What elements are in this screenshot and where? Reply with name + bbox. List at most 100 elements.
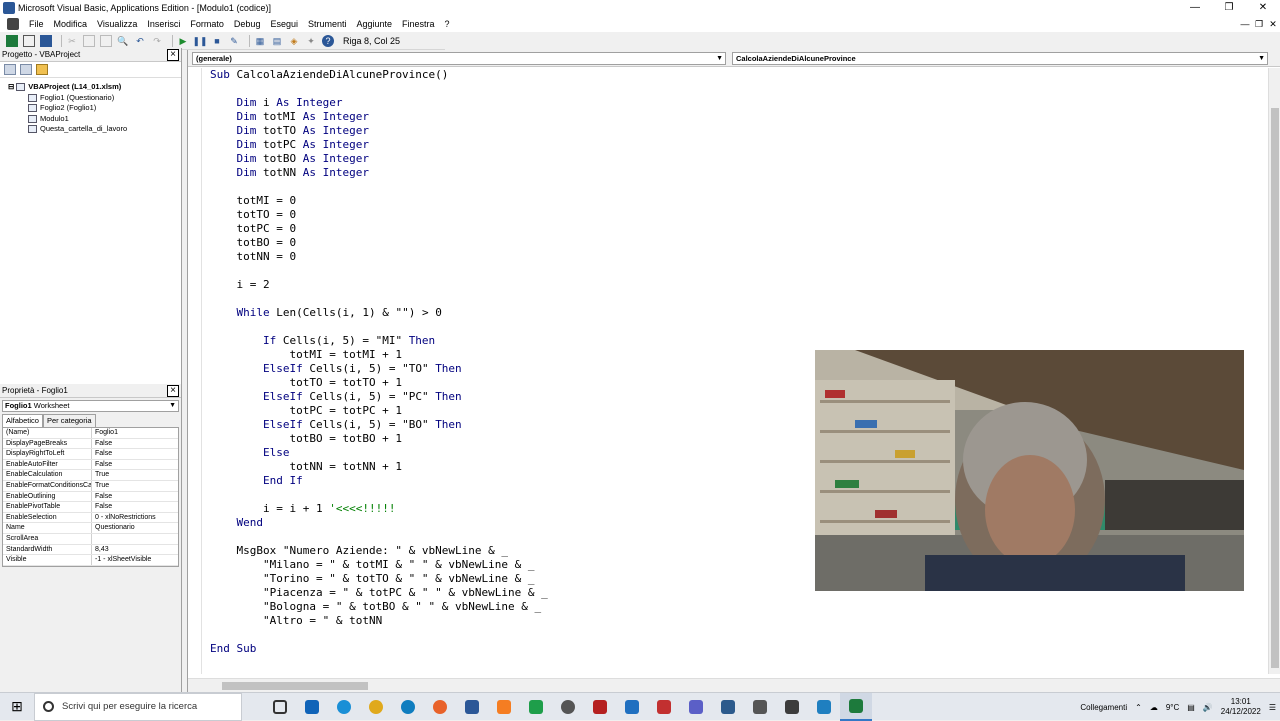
undo-icon[interactable]: ↶ [134, 35, 146, 47]
menu-formato[interactable]: Formato [185, 19, 229, 29]
property-row[interactable]: EnableAutoFilter False [3, 459, 178, 471]
mail-icon[interactable] [616, 693, 648, 721]
tree-root[interactable]: ⊟ VBAProject (L14_01.xlsm) [4, 82, 181, 93]
taskbar-search[interactable]: Scrivi qui per eseguire la ricerca [34, 692, 242, 721]
app-icon[interactable] [712, 693, 744, 721]
property-value[interactable]: False [92, 460, 112, 470]
redo-icon[interactable]: ↷ [151, 35, 163, 47]
paste-icon[interactable] [100, 34, 112, 47]
tree-item[interactable]: Questa_cartella_di_lavoro [4, 124, 181, 135]
menu-esegui[interactable]: Esegui [265, 19, 303, 29]
property-value[interactable]: Foglio1 [92, 428, 118, 438]
menu-modifica[interactable]: Modifica [49, 19, 93, 29]
property-value[interactable]: -1 - xlSheetVisible [92, 555, 151, 565]
menu-finestra[interactable]: Finestra [397, 19, 440, 29]
vbe-icon[interactable] [7, 18, 19, 30]
code-line[interactable]: Dim totTO As Integer [202, 124, 1266, 138]
code-line[interactable]: If Cells(i, 5) = "MI" Then [202, 334, 1266, 348]
code-line[interactable]: Dim totPC As Integer [202, 138, 1266, 152]
code-line[interactable]: "Bologna = " & totBO & " " & vbNewLine &… [202, 600, 1266, 614]
chevron-up-icon[interactable]: ⌃ [1135, 703, 1142, 712]
code-line[interactable] [202, 180, 1266, 194]
project-close-icon[interactable]: × [167, 48, 179, 61]
mdi-restore-icon[interactable]: ❐ [1252, 16, 1266, 32]
excel-view-icon[interactable] [6, 34, 18, 47]
code-line[interactable] [202, 320, 1266, 334]
weather-icon[interactable]: ☁ [1150, 703, 1158, 712]
property-value[interactable]: 8,43 [92, 545, 109, 555]
cut-icon[interactable]: ✂ [66, 35, 78, 47]
property-row[interactable]: DisplayRightToLeft False [3, 449, 178, 460]
horizontal-scrollbar[interactable] [188, 678, 1280, 692]
view-object-icon[interactable] [20, 64, 32, 75]
property-value[interactable]: False [92, 502, 112, 512]
excel-icon[interactable] [840, 692, 872, 721]
notifications-icon[interactable]: ☰ [1269, 703, 1276, 712]
vertical-scrollbar[interactable] [1268, 68, 1280, 674]
property-row[interactable]: ScrollArea [3, 533, 178, 545]
volume-icon[interactable]: 🔊 [1203, 703, 1213, 712]
word-icon[interactable] [456, 693, 488, 721]
app-icon[interactable] [808, 693, 840, 721]
code-line[interactable] [202, 264, 1266, 278]
code-line[interactable]: totBO = 0 [202, 236, 1266, 250]
property-row[interactable]: Name Questionario [3, 523, 178, 534]
outlook-icon[interactable] [296, 693, 328, 721]
object-select[interactable]: Foglio1 Worksheet ▼ [2, 400, 179, 412]
help-icon[interactable]: ? [322, 34, 334, 47]
task-view-icon[interactable] [264, 693, 296, 721]
properties-close-icon[interactable]: × [167, 384, 179, 397]
notepad-icon[interactable] [520, 693, 552, 721]
menu-file[interactable]: File [24, 19, 49, 29]
property-row[interactable]: EnablePivotTable False [3, 502, 178, 513]
find-icon[interactable]: 🔍 [117, 35, 129, 47]
property-value[interactable]: False [92, 492, 112, 502]
menu-inserisci[interactable]: Inserisci [142, 19, 185, 29]
code-line[interactable]: totTO = 0 [202, 208, 1266, 222]
restore-icon[interactable]: ❐ [1212, 0, 1246, 16]
reset-icon[interactable]: ■ [211, 35, 223, 47]
code-line[interactable]: "Altro = " & totNN [202, 614, 1266, 628]
save-icon[interactable] [40, 34, 52, 47]
break-icon[interactable]: ❚❚ [192, 35, 207, 47]
filezilla-icon[interactable] [584, 693, 616, 721]
property-row[interactable]: StandardWidth 8,43 [3, 544, 178, 556]
app-icon[interactable] [776, 693, 808, 721]
tab-per-categoria[interactable]: Per categoria [42, 414, 96, 427]
toggle-folders-icon[interactable] [36, 64, 48, 75]
run-icon[interactable]: ▶ [177, 35, 189, 47]
tree-item[interactable]: Modulo1 [4, 114, 181, 125]
app-icon[interactable] [488, 693, 520, 721]
property-value[interactable]: False [92, 439, 112, 449]
property-row[interactable]: Visible -1 - xlSheetVisible [3, 555, 178, 566]
procedure-combo[interactable]: CalcolaAziendeDiAlcuneProvince ▼ [732, 51, 1268, 65]
network-icon[interactable]: ▤ [1187, 703, 1195, 712]
app-icon[interactable] [744, 693, 776, 721]
object-browser-icon[interactable]: ◈ [288, 35, 300, 47]
code-line[interactable]: Dim totNN As Integer [202, 166, 1266, 180]
edge-dev-icon[interactable] [392, 693, 424, 721]
properties-icon[interactable]: ▤ [271, 35, 283, 47]
code-line[interactable]: totPC = 0 [202, 222, 1266, 236]
menu-strumenti[interactable]: Strumenti [303, 19, 352, 29]
scroll-thumb[interactable] [1271, 108, 1279, 668]
menu-aggiunte[interactable]: Aggiunte [352, 19, 398, 29]
code-line[interactable]: Sub CalcolaAziendeDiAlcuneProvince() [202, 68, 1266, 82]
property-value[interactable]: 0 - xlNoRestrictions [92, 513, 156, 523]
weather-temp[interactable]: 9°C [1166, 703, 1179, 712]
property-row[interactable]: EnableCalculation True [3, 470, 178, 481]
menu-debug[interactable]: Debug [229, 19, 266, 29]
property-row[interactable]: (Name) Foglio1 [3, 428, 178, 439]
menu-visualizza[interactable]: Visualizza [92, 19, 142, 29]
property-row[interactable]: EnableOutlining False [3, 491, 178, 503]
code-line[interactable]: End Sub [202, 642, 1266, 656]
mdi-close-icon[interactable]: ✕ [1266, 16, 1280, 32]
property-value[interactable]: Questionario [92, 523, 135, 533]
close-icon[interactable]: ✕ [1246, 0, 1280, 16]
code-line[interactable] [202, 628, 1266, 642]
code-line[interactable]: i = 2 [202, 278, 1266, 292]
code-line[interactable]: totNN = 0 [202, 250, 1266, 264]
property-value[interactable] [92, 534, 95, 544]
property-row[interactable]: DisplayPageBreaks False [3, 438, 178, 450]
tree-item[interactable]: Foglio2 (Foglio1) [4, 103, 181, 114]
